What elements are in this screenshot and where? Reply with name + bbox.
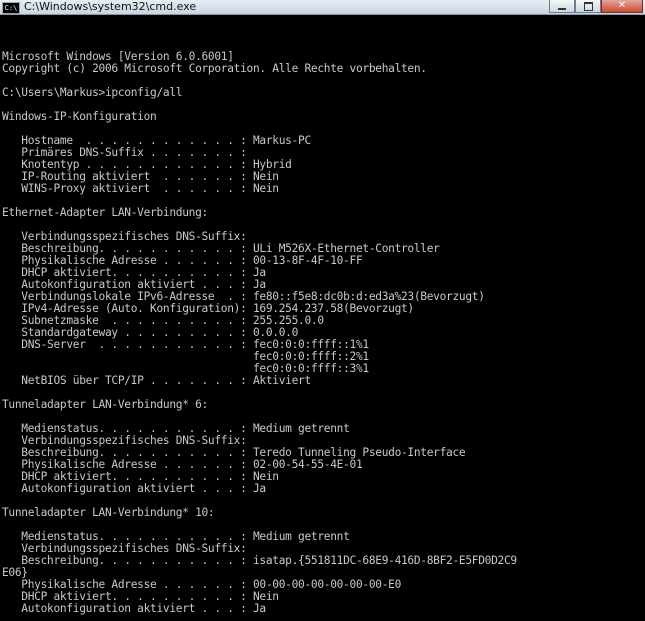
console-line: Copyright (c) 2006 Microsoft Corporation… [2,62,427,75]
console-line: Ethernet-Adapter LAN-Verbindung: [2,206,208,219]
console-line: NetBIOS über TCP/IP . . . . . . . : Akti… [2,374,311,387]
window-title: C:\Windows\system32\cmd.exe [24,0,197,13]
maximize-icon [583,1,593,11]
console-line: Autokonfiguration aktiviert . . . : Ja [2,482,266,495]
cmd-window: C:\ C:\Windows\system32\cmd.exe ✕ Micros… [0,0,645,621]
maximize-button[interactable] [575,0,601,13]
console-line: Autokonfiguration aktiviert . . . : Ja [2,602,266,615]
minimize-button[interactable] [549,0,575,13]
console-line: WINS-Proxy aktiviert . . . . . . : Nein [2,182,279,195]
console-line: Windows-IP-Konfiguration [2,110,157,123]
console-output[interactable]: Microsoft Windows [Version 6.0.6001] Copy… [2,15,643,619]
console-line: Beschreibung. . . . . . . . . . . : isat… [2,554,517,567]
title-bar[interactable]: C:\ C:\Windows\system32\cmd.exe ✕ [0,0,645,15]
window-controls: ✕ [549,0,643,13]
close-icon: ✕ [617,0,627,11]
console-line: C:\Users\Markus>ipconfig/all [2,86,183,99]
console-line: Tunneladapter LAN-Verbindung* 6: [2,398,208,411]
minimize-icon [558,8,566,10]
close-button[interactable]: ✕ [601,0,643,13]
console-line: Tunneladapter LAN-Verbindung* 10: [2,506,215,519]
cmd-app-icon[interactable]: C:\ [2,2,20,14]
